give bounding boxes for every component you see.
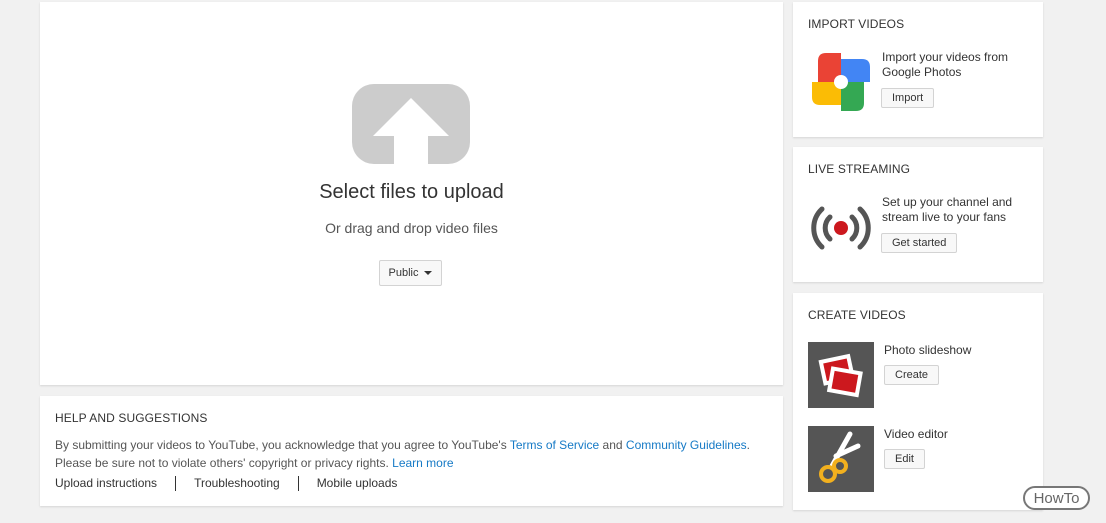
import-description: Import your videos from Google Photos [882, 50, 1009, 79]
learn-more-link[interactable]: Learn more [392, 456, 453, 470]
terms-of-service-link[interactable]: Terms of Service [510, 438, 599, 452]
privacy-label: Public [388, 267, 419, 279]
google-photos-icon [812, 53, 870, 111]
scissors-icon [819, 431, 861, 483]
create-videos-title: CREATE VIDEOS [808, 308, 906, 322]
terms-intro: By submitting your videos to YouTube, yo… [55, 438, 507, 452]
get-started-button[interactable]: Get started [881, 233, 958, 253]
copyright-warning: Please be sure not to violate others' co… [55, 456, 389, 470]
live-streaming-panel: LIVE STREAMING Set up your channel and s… [793, 147, 1043, 282]
live-broadcast-icon [811, 206, 871, 250]
drag-drop-hint: Or drag and drop video files [325, 220, 498, 236]
edit-video-button[interactable]: Edit [884, 449, 925, 469]
upload-panel[interactable]: Select files to upload Or drag and drop … [40, 2, 783, 385]
import-title: IMPORT VIDEOS [808, 17, 905, 31]
import-videos-panel: IMPORT VIDEOS Import your videos from Go… [793, 2, 1043, 137]
create-videos-panel: CREATE VIDEOS Photo slideshow Create Vid… [793, 293, 1043, 510]
howto-watermark: HowTo [1023, 486, 1090, 510]
live-streaming-title: LIVE STREAMING [808, 162, 911, 176]
mobile-uploads-link[interactable]: Mobile uploads [297, 476, 416, 491]
and-text: and [602, 438, 623, 452]
help-title: HELP AND SUGGESTIONS [55, 411, 208, 425]
help-text: By submitting your videos to YouTube, yo… [55, 438, 750, 470]
troubleshooting-link[interactable]: Troubleshooting [175, 476, 298, 491]
help-links: Upload instructions Troubleshooting Mobi… [55, 476, 415, 491]
video-editor-label: Video editor [884, 427, 948, 441]
photo-slideshow-thumbnail[interactable] [808, 342, 874, 408]
photo-slideshow-label: Photo slideshow [884, 343, 972, 357]
photos-icon [818, 353, 863, 398]
community-guidelines-link[interactable]: Community Guidelines [626, 438, 747, 452]
upload-title[interactable]: Select files to upload [40, 181, 783, 204]
live-streaming-description: Set up your channel and stream live to y… [882, 195, 1013, 224]
upload-instructions-link[interactable]: Upload instructions [55, 476, 175, 491]
chevron-down-icon [424, 271, 433, 275]
help-panel: HELP AND SUGGESTIONS By submitting your … [40, 396, 783, 506]
create-slideshow-button[interactable]: Create [884, 365, 940, 385]
import-button[interactable]: Import [881, 88, 935, 108]
upload-arrow-icon[interactable] [352, 84, 470, 164]
privacy-dropdown[interactable]: Public [379, 260, 442, 286]
video-editor-thumbnail[interactable] [808, 426, 874, 492]
